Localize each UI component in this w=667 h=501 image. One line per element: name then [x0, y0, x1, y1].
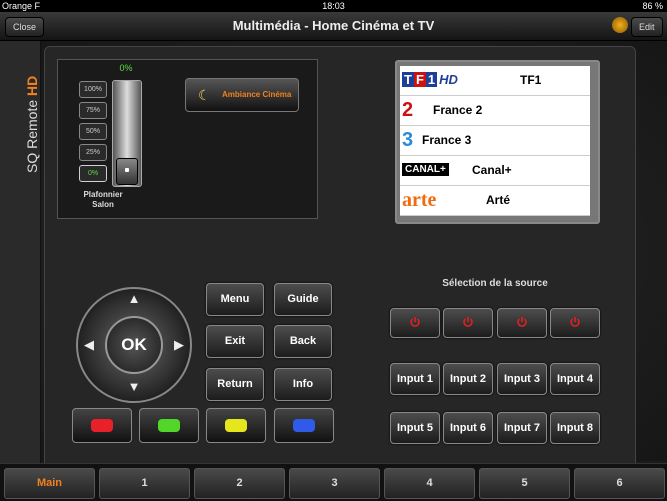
arrow-left-icon[interactable]: ◀: [81, 337, 97, 353]
blue-button[interactable]: [274, 408, 334, 443]
red-dot-icon: [91, 419, 113, 432]
ambiance-cinema-button[interactable]: ☾ Ambiance Cinéma: [185, 78, 299, 112]
input-8-button[interactable]: Input 8: [550, 412, 600, 444]
guide-button[interactable]: Guide: [274, 283, 332, 316]
power-button-2[interactable]: [443, 308, 493, 338]
light-name-line2: Salon: [92, 200, 114, 209]
ok-button[interactable]: OK: [105, 316, 163, 374]
moon-icon: ☾: [198, 87, 211, 103]
arrow-down-icon[interactable]: ▼: [126, 379, 142, 395]
ambiance-label: Ambiance Cinéma: [222, 90, 292, 99]
red-button[interactable]: [72, 408, 132, 443]
power-icon: [410, 317, 420, 327]
channel-name: Canal+: [472, 163, 512, 177]
level-0-button[interactable]: 0%: [79, 165, 107, 182]
channel-row[interactable]: CANAL+ Canal+: [400, 156, 590, 186]
nav-bar: Multimédia - Home Cinéma et TV Close Edi…: [0, 12, 667, 41]
light-name-line1: Plafonnier: [83, 190, 123, 199]
tab-bar: Main 1 2 3 4 5 6: [0, 463, 667, 501]
channel-row[interactable]: T F 1 HD TF1: [400, 66, 590, 96]
close-button[interactable]: Close: [5, 17, 45, 37]
power-button-1[interactable]: [390, 308, 440, 338]
page-title: Multimédia - Home Cinéma et TV: [232, 18, 435, 33]
channel-row[interactable]: arte Arté: [400, 186, 590, 216]
channel-row[interactable]: 2 France 2: [400, 96, 590, 126]
dimmer-slider-knob[interactable]: [116, 158, 138, 185]
info-button[interactable]: Info: [274, 368, 332, 401]
channel-name: France 3: [422, 133, 472, 147]
status-bar: Orange F 18:03 86 %: [0, 0, 667, 12]
light-name: Plafonnier Salon: [78, 190, 128, 210]
arrow-up-icon[interactable]: ▲: [126, 291, 142, 307]
input-7-button[interactable]: Input 7: [497, 412, 547, 444]
input-1-button[interactable]: Input 1: [390, 363, 440, 395]
back-button[interactable]: Back: [274, 325, 332, 358]
light-percent: 0%: [119, 63, 133, 73]
return-button[interactable]: Return: [206, 368, 264, 401]
tab-3[interactable]: 3: [289, 468, 380, 499]
input-5-button[interactable]: Input 5: [390, 412, 440, 444]
tab-5[interactable]: 5: [479, 468, 570, 499]
power-icon: [463, 317, 473, 327]
arrow-right-icon[interactable]: ▶: [171, 337, 187, 353]
input-3-button[interactable]: Input 3: [497, 363, 547, 395]
arte-logo: arte: [402, 189, 437, 211]
edit-button[interactable]: Edit: [631, 17, 663, 37]
green-dot-icon: [158, 419, 180, 432]
tab-main[interactable]: Main: [4, 468, 95, 499]
channel-name: Arté: [486, 193, 511, 207]
yellow-button[interactable]: [206, 408, 266, 443]
blue-dot-icon: [293, 419, 315, 432]
channel-row[interactable]: 3 France 3: [400, 126, 590, 156]
channel-name: France 2: [433, 103, 483, 117]
channel-list[interactable]: T F 1 HD TF1 2 France 2 3 France 3 CANAL+ C…: [400, 66, 590, 216]
tab-4[interactable]: 4: [384, 468, 475, 499]
power-button-4[interactable]: [550, 308, 600, 338]
tab-2[interactable]: 2: [194, 468, 285, 499]
exit-button[interactable]: Exit: [206, 325, 264, 358]
source-section-title: Sélection de la source: [442, 278, 548, 289]
input-2-button[interactable]: Input 2: [443, 363, 493, 395]
sidebar: SQ Remote HD: [0, 41, 41, 463]
wifi-broadcast-icon[interactable]: [612, 17, 628, 33]
level-100-button[interactable]: 100%: [79, 81, 107, 98]
tab-1[interactable]: 1: [99, 468, 190, 499]
level-75-button[interactable]: 75%: [79, 102, 107, 119]
level-50-button[interactable]: 50%: [79, 123, 107, 140]
brand-name: SQ Remote: [24, 99, 40, 173]
brand-suffix: HD: [24, 75, 40, 96]
battery-label: 86 %: [642, 1, 663, 11]
level-25-button[interactable]: 25%: [79, 144, 107, 161]
input-6-button[interactable]: Input 6: [443, 412, 493, 444]
yellow-dot-icon: [225, 419, 247, 432]
channel-name: TF1: [520, 73, 542, 87]
channel-list-frame: T F 1 HD TF1 2 France 2 3 France 3 CANAL+ C…: [395, 60, 600, 224]
green-button[interactable]: [139, 408, 199, 443]
power-icon: [570, 317, 580, 327]
clock: 18:03: [322, 1, 345, 11]
tab-6[interactable]: 6: [574, 468, 665, 499]
power-button-3[interactable]: [497, 308, 547, 338]
canal-plus-logo: CANAL+: [402, 159, 460, 181]
menu-button[interactable]: Menu: [206, 283, 264, 316]
power-icon: [517, 317, 527, 327]
input-4-button[interactable]: Input 4: [550, 363, 600, 395]
tf1-logo: T F 1 HD: [402, 72, 458, 87]
brand-label: SQ Remote HD: [24, 76, 40, 173]
